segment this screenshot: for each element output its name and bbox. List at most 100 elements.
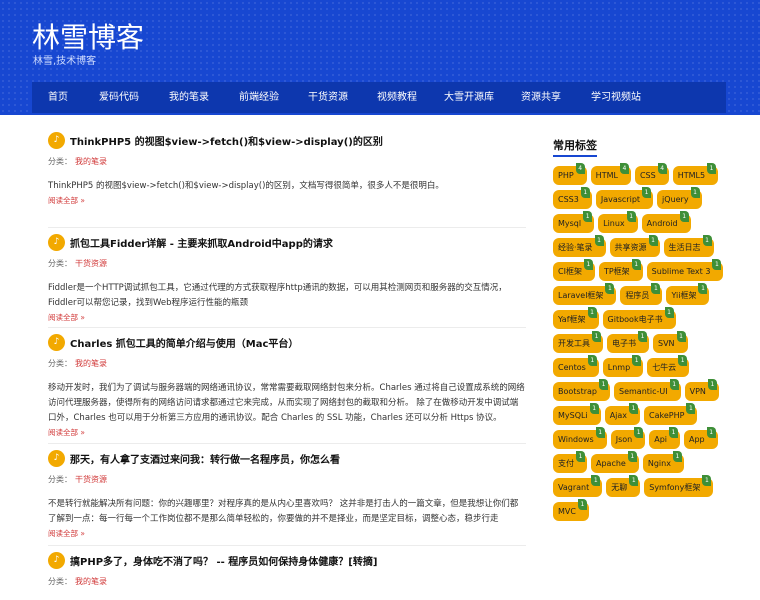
tag-label: 经验·笔录	[558, 243, 593, 252]
tag-item[interactable]: Lnmp 1	[602, 355, 644, 377]
tag-label: HTML5	[677, 171, 706, 180]
tag-label: Laravel框架	[558, 291, 604, 300]
tag-item[interactable]: Yaf框架 1	[553, 307, 599, 329]
tag-item[interactable]: 电子书 1	[607, 331, 649, 353]
tag-item[interactable]: Nginx 1	[642, 451, 684, 473]
sidebar: 常用标签 PHP 4 HTML 4 CSS 4 HTML5 1 CSS3 1 Javascript 1…	[553, 136, 733, 526]
post-item: ♪ 那天，有人拿了支酒过来问我：转行做一名程序员，你怎么看 分类： 干货资源 不是…	[48, 448, 526, 546]
post-pin-icon: ♪	[48, 551, 65, 569]
read-more-link[interactable]: 阅读全部 »	[48, 195, 526, 206]
tag-count-badge: 1	[686, 403, 696, 414]
sidebar-title: 常用标签	[553, 137, 597, 157]
tag-item[interactable]: 程序员 1	[620, 283, 663, 305]
post-title[interactable]: 搞PHP多了，身体吃不消了吗？ -- 程序员如何保持身体健康？[转摘]	[70, 553, 377, 568]
tag-label: 开发工具	[558, 339, 590, 348]
tag-count-badge: 1	[594, 235, 604, 246]
tag-item[interactable]: Symfony框架 1	[644, 475, 714, 497]
main-nav: 首页 爱码代码 我的笔录 前端经验 干货资源 视频教程 大雪开源库 资源共享 学…	[32, 82, 726, 113]
tag-label: Windows	[558, 435, 594, 444]
tag-item[interactable]: Sublime Text 31	[646, 259, 724, 281]
tag-item[interactable]: Yii框架 1	[666, 283, 710, 305]
site-subtitle: 林雪,技术博客	[33, 56, 97, 67]
tag-item[interactable]: VPN 1	[684, 379, 719, 401]
tag-item[interactable]: App 1	[684, 427, 718, 449]
tag-count-badge: 1	[632, 355, 642, 366]
read-more-link[interactable]: 阅读全部 »	[48, 427, 526, 438]
post-category-link[interactable]: 干货资源	[75, 259, 107, 268]
tag-label: HTML	[595, 171, 618, 180]
tag-item[interactable]: 支付 1	[553, 451, 587, 473]
post-title[interactable]: ThinkPHP5 的视图$view->fetch()和$view->displ…	[70, 133, 383, 148]
tag-item[interactable]: Android 1	[641, 211, 691, 233]
tag-label: Ajax	[609, 411, 628, 420]
tag-item[interactable]: HTML 4	[590, 163, 631, 185]
tag-item[interactable]: Semantic-UI 1	[614, 379, 681, 401]
nav-item-home[interactable]: 首页	[32, 82, 84, 113]
tag-label: Apache	[596, 459, 626, 468]
tag-label: Symfony框架	[649, 483, 701, 492]
tag-item[interactable]: Laravel框架 1	[553, 283, 617, 305]
post-category-link[interactable]: 我的笔录	[75, 359, 107, 368]
tag-count-badge: 1	[592, 331, 601, 342]
tag-item[interactable]: MVC 1	[553, 499, 589, 521]
site-title[interactable]: 林雪博客	[32, 16, 144, 56]
tag-item[interactable]: CakePHP 1	[644, 403, 698, 425]
tag-item[interactable]: 七牛云 1	[647, 355, 690, 377]
post-category-link[interactable]: 干货资源	[75, 475, 107, 484]
post-excerpt: ThinkPHP5 的视图$view->fetch()和$view->displ…	[48, 181, 444, 191]
nav-item-video-site[interactable]: 学习视频站	[576, 82, 656, 113]
tag-item[interactable]: jQuery 1	[657, 187, 702, 209]
tag-item[interactable]: 生活日志 1	[663, 235, 714, 257]
tag-item[interactable]: Linux 1	[598, 211, 638, 233]
tag-label: 无聊	[611, 483, 628, 492]
tag-item[interactable]: Api 1	[649, 427, 680, 449]
tag-item[interactable]: TP框架 1	[598, 259, 643, 281]
post-category-link[interactable]: 我的笔录	[75, 577, 107, 586]
tag-count-badge: 1	[672, 451, 682, 462]
post-title[interactable]: 那天，有人拿了支酒过来问我：转行做一名程序员，你怎么看	[70, 451, 340, 466]
tag-item[interactable]: CSS3 1	[553, 187, 592, 209]
tag-count-badge: 1	[669, 379, 679, 390]
post-pin-icon: ♪	[48, 449, 65, 467]
tag-item[interactable]: 无聊 1	[606, 475, 641, 497]
tag-item[interactable]: Vagrant 1	[553, 475, 603, 497]
tag-item[interactable]: HTML5 1	[672, 163, 719, 185]
tag-item[interactable]: Windows 1	[553, 427, 607, 449]
tag-item[interactable]: CI框架 1	[553, 259, 595, 281]
tag-item[interactable]: Gitbook电子书 1	[602, 307, 676, 329]
nav-item-videos[interactable]: 视频教程	[362, 82, 432, 113]
tag-count-badge: 1	[605, 283, 615, 294]
tag-item[interactable]: Ajax 1	[604, 403, 641, 425]
tag-item[interactable]: PHP 4	[553, 163, 587, 185]
post-item: ♪ ThinkPHP5 的视图$view->fetch()和$view->dis…	[48, 130, 526, 228]
tag-item[interactable]: Apache 1	[591, 451, 639, 473]
tag-item[interactable]: SVN 1	[653, 331, 688, 353]
tag-item[interactable]: Bootstrap 1	[553, 379, 610, 401]
tag-item[interactable]: 经验·笔录 1	[553, 235, 606, 257]
read-more-link[interactable]: 阅读全部 »	[48, 312, 526, 323]
tag-item[interactable]: Centos 1	[553, 355, 599, 377]
read-more-link[interactable]: 阅读全部 »	[48, 528, 526, 539]
tag-item[interactable]: MySQLi 1	[553, 403, 601, 425]
nav-item-code[interactable]: 爱码代码	[84, 82, 154, 113]
post-category-label: 分类：	[48, 157, 72, 166]
tag-item[interactable]: Json 1	[610, 427, 646, 449]
tag-label: Centos	[558, 363, 586, 372]
tag-item[interactable]: Mysql 1	[553, 211, 595, 233]
post-title[interactable]: Charles 抓包工具的简单介绍与使用（Mac平台）	[70, 335, 298, 350]
tag-item[interactable]: 开发工具 1	[553, 331, 603, 353]
nav-item-frontend[interactable]: 前端经验	[224, 82, 294, 113]
post-category-link[interactable]: 我的笔录	[75, 157, 107, 166]
site-header: 林雪博客 林雪,技术博客 首页 爱码代码 我的笔录 前端经验 干货资源 视频教程…	[0, 0, 760, 115]
tag-label: CI框架	[558, 267, 582, 276]
tag-label: Semantic-UI	[619, 387, 668, 396]
nav-item-opensource[interactable]: 大雪开源库	[432, 82, 506, 113]
tag-item[interactable]: CSS 4	[634, 163, 669, 185]
tag-item[interactable]: Javascript 1	[595, 187, 654, 209]
nav-item-resources[interactable]: 干货资源	[294, 82, 362, 113]
tag-label: SVN	[658, 339, 675, 348]
nav-item-notes[interactable]: 我的笔录	[154, 82, 224, 113]
nav-item-share[interactable]: 资源共享	[506, 82, 576, 113]
tag-item[interactable]: 共享资源 1	[609, 235, 660, 257]
post-title[interactable]: 抓包工具Fidder详解 - 主要来抓取Android中app的请求	[70, 235, 333, 250]
